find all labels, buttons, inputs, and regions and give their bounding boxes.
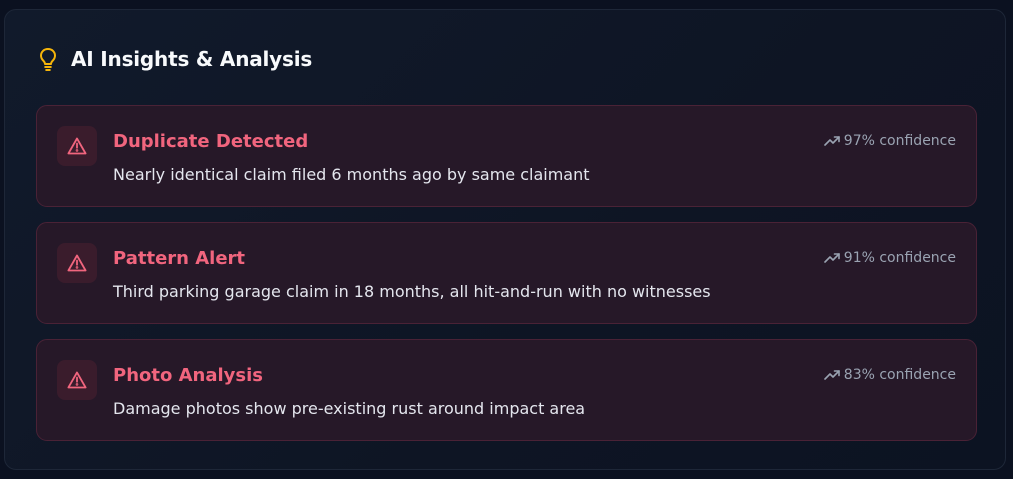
insight-card-duplicate[interactable]: Duplicate Detected Nearly identical clai…	[36, 105, 977, 207]
panel-title: AI Insights & Analysis	[71, 47, 313, 71]
insight-card-photo[interactable]: Photo Analysis Damage photos show pre-ex…	[36, 339, 977, 441]
panel-header: AI Insights & Analysis	[37, 46, 312, 72]
trending-up-icon	[823, 135, 840, 147]
confidence-label: 91% confidence	[843, 250, 956, 266]
trending-up-icon	[823, 252, 840, 264]
confidence-badge: 97% confidence	[823, 133, 956, 149]
trending-up-icon	[823, 369, 840, 381]
insight-card-pattern[interactable]: Pattern Alert Third parking garage claim…	[36, 222, 977, 324]
confidence-badge: 91% confidence	[823, 250, 956, 266]
insight-title: Duplicate Detected	[113, 131, 309, 152]
insight-description: Damage photos show pre-existing rust aro…	[113, 399, 586, 418]
alert-triangle-icon	[57, 243, 97, 283]
confidence-label: 83% confidence	[843, 367, 956, 383]
alert-triangle-icon	[57, 126, 97, 166]
alert-triangle-icon	[57, 360, 97, 400]
confidence-label: 97% confidence	[843, 133, 956, 149]
insight-title: Pattern Alert	[113, 248, 246, 269]
ai-insights-panel: AI Insights & Analysis Duplicate Detecte…	[4, 9, 1006, 470]
insight-description: Nearly identical claim filed 6 months ag…	[113, 165, 590, 184]
insight-title: Photo Analysis	[113, 365, 264, 386]
lightbulb-icon	[37, 46, 59, 72]
insight-description: Third parking garage claim in 18 months,…	[113, 282, 711, 301]
confidence-badge: 83% confidence	[823, 367, 956, 383]
